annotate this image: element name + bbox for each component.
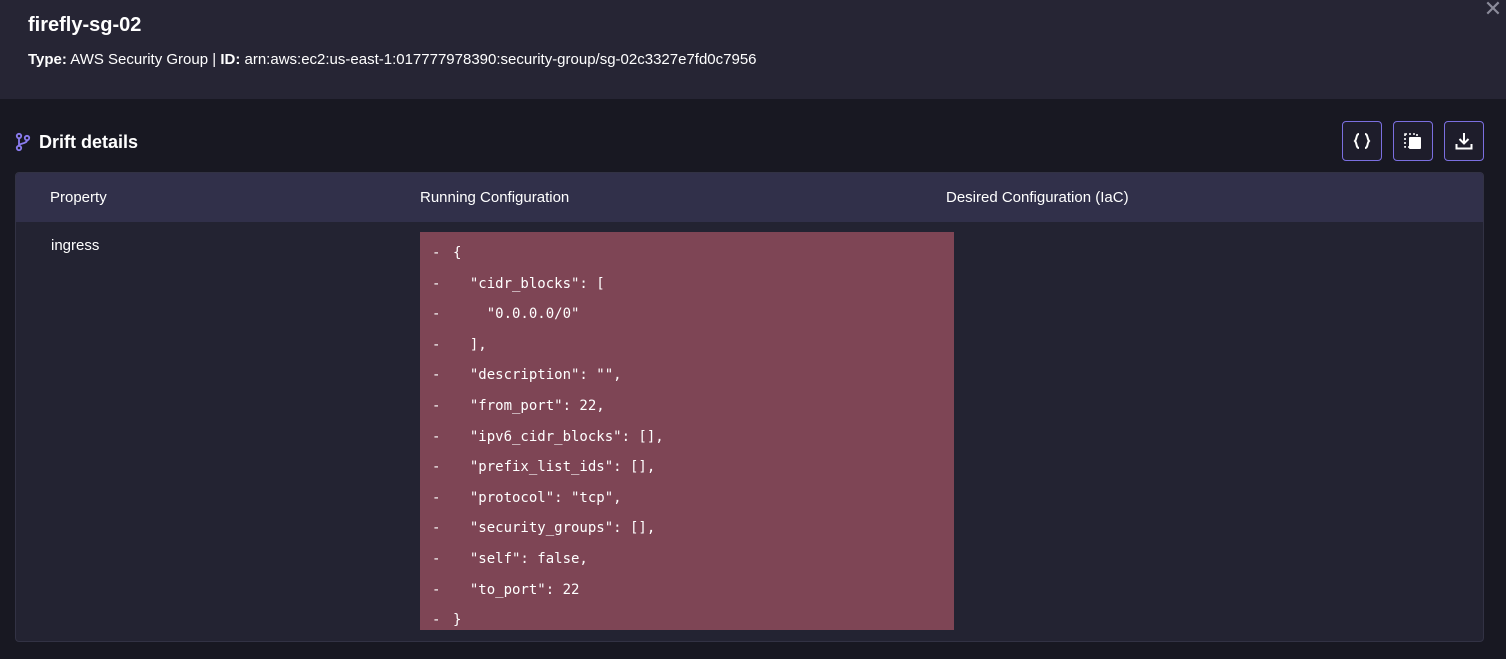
section-header: Drift details bbox=[15, 130, 138, 154]
running-config-diff: -{- "cidr_blocks": [- "0.0.0.0/0" - ], - "… bbox=[420, 232, 954, 630]
diff-text: "ipv6_cidr_blocks": [], bbox=[453, 428, 664, 445]
diff-text: "description": "", bbox=[453, 367, 622, 384]
diff-line: - "self": false, bbox=[420, 544, 954, 575]
drift-table: Property Running Configuration Desired C… bbox=[15, 172, 1484, 642]
diff-text: "protocol": "tcp", bbox=[453, 489, 622, 506]
column-header-desired: Desired Configuration (IaC) bbox=[946, 189, 1129, 206]
diff-text: "security_groups": [], bbox=[453, 520, 656, 537]
view-json-button[interactable] bbox=[1342, 121, 1382, 161]
diff-text: "0.0.0.0/0" bbox=[453, 306, 580, 323]
diff-line: -{ bbox=[420, 238, 954, 269]
resource-header: firefly-sg-02 Type: AWS Security Group |… bbox=[0, 0, 1506, 99]
diff-text: ], bbox=[453, 336, 487, 353]
separator: | bbox=[212, 51, 217, 68]
diff-marker: - bbox=[432, 367, 441, 384]
diff-line: - "cidr_blocks": [ bbox=[420, 269, 954, 300]
copy-button[interactable] bbox=[1393, 121, 1433, 161]
diff-text: "from_port": 22, bbox=[453, 397, 605, 414]
diff-text: "prefix_list_ids": [], bbox=[453, 459, 656, 476]
download-button[interactable] bbox=[1444, 121, 1484, 161]
table-header: Property Running Configuration Desired C… bbox=[16, 173, 1483, 222]
diff-marker: - bbox=[432, 550, 441, 567]
diff-line: -} bbox=[420, 605, 954, 636]
id-label: ID: bbox=[220, 51, 241, 68]
diff-line: - "security_groups": [], bbox=[420, 513, 954, 544]
git-branch-icon bbox=[15, 132, 31, 152]
diff-marker: - bbox=[432, 520, 441, 537]
download-icon bbox=[1455, 133, 1473, 150]
resource-subtitle: Type: AWS Security Group | ID: arn:aws:e… bbox=[28, 51, 757, 68]
diff-marker: - bbox=[432, 581, 441, 598]
diff-line: - "from_port": 22, bbox=[420, 391, 954, 422]
resource-title: firefly-sg-02 bbox=[28, 14, 142, 36]
type-value: AWS Security Group bbox=[70, 51, 209, 68]
diff-marker: - bbox=[432, 245, 441, 261]
toolbar bbox=[1342, 121, 1484, 161]
column-header-property: Property bbox=[50, 189, 107, 206]
diff-marker: - bbox=[432, 612, 441, 629]
diff-marker: - bbox=[432, 306, 441, 323]
diff-marker: - bbox=[432, 459, 441, 476]
diff-marker: - bbox=[432, 428, 441, 445]
diff-line: - "0.0.0.0/0" bbox=[420, 299, 954, 330]
code-braces-icon bbox=[1353, 133, 1371, 149]
diff-text: } bbox=[453, 612, 462, 629]
diff-marker: - bbox=[432, 397, 441, 414]
diff-marker: - bbox=[432, 336, 441, 353]
close-icon[interactable]: ✕ bbox=[1482, 0, 1504, 20]
diff-line: - "ipv6_cidr_blocks": [], bbox=[420, 422, 954, 453]
diff-line: - "description": "", bbox=[420, 360, 954, 391]
diff-marker: - bbox=[432, 275, 441, 292]
column-header-running: Running Configuration bbox=[420, 189, 570, 206]
diff-text: "self": false, bbox=[453, 550, 588, 567]
section-title: Drift details bbox=[39, 131, 139, 152]
diff-line: - "protocol": "tcp", bbox=[420, 483, 954, 514]
copy-icon bbox=[1404, 133, 1421, 149]
id-value: arn:aws:ec2:us-east-1:017777978390:secur… bbox=[244, 51, 757, 68]
diff-text: "cidr_blocks": [ bbox=[453, 275, 605, 292]
diff-marker: - bbox=[432, 489, 441, 506]
diff-text: "to_port": 22 bbox=[453, 581, 580, 598]
type-label: Type: bbox=[28, 51, 67, 68]
diff-line: - ], bbox=[420, 330, 954, 361]
diff-line: - "prefix_list_ids": [], bbox=[420, 452, 954, 483]
diff-line: - "to_port": 22 bbox=[420, 575, 954, 606]
property-cell: ingress bbox=[51, 237, 100, 254]
diff-text: { bbox=[453, 245, 462, 261]
